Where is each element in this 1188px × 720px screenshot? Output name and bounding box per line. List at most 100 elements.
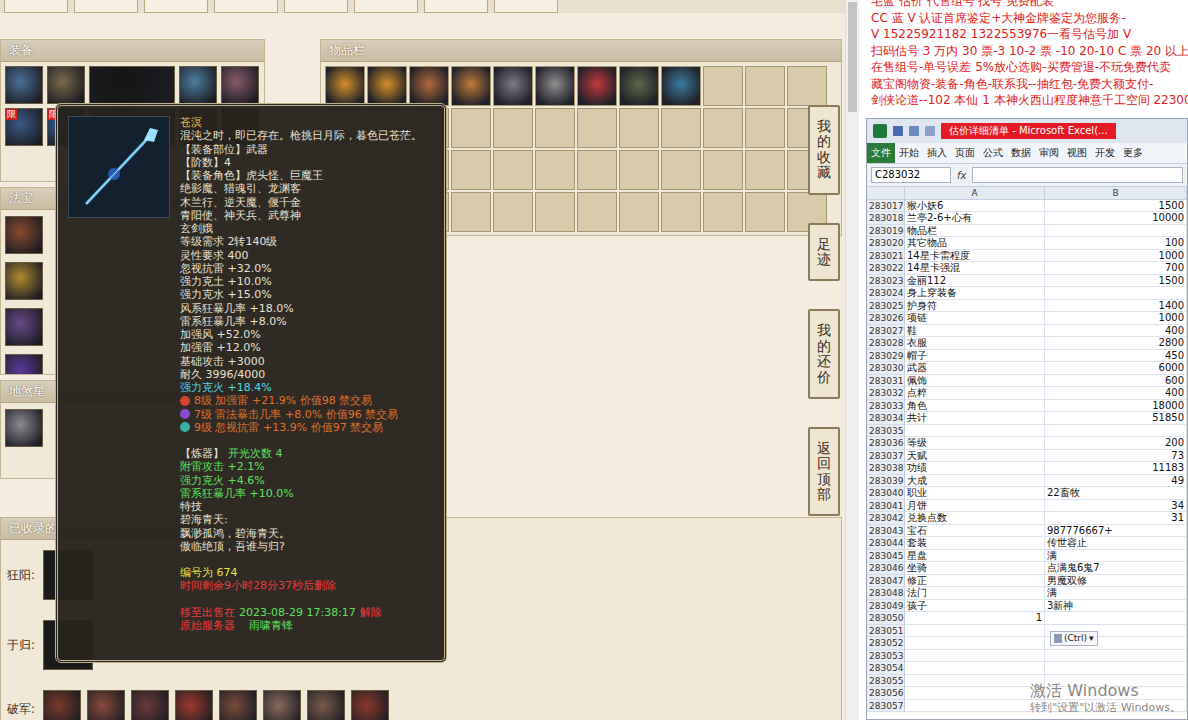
cell[interactable] [1045, 662, 1187, 675]
cell[interactable]: 1000 [1045, 250, 1187, 263]
cell[interactable]: 衣服 [905, 337, 1045, 350]
cell[interactable] [1045, 287, 1187, 300]
empty-cell[interactable] [451, 150, 491, 190]
item-cell[interactable] [409, 66, 449, 106]
row-number[interactable]: 283034 [867, 412, 905, 425]
empty-cell[interactable] [661, 108, 701, 148]
row-number[interactable]: 283022 [867, 262, 905, 275]
row-number[interactable]: 283051 [867, 625, 905, 638]
cell[interactable]: 佩饰 [905, 375, 1045, 388]
cell[interactable]: 18000 [1045, 400, 1187, 413]
item-slot[interactable] [5, 409, 43, 447]
row-number[interactable]: 283046 [867, 562, 905, 575]
row-number[interactable]: 283033 [867, 400, 905, 413]
row-number[interactable]: 283029 [867, 350, 905, 363]
row-number[interactable]: 283056 [867, 687, 905, 700]
row-number[interactable]: 283047 [867, 575, 905, 588]
item-slot[interactable] [5, 308, 43, 346]
column-header[interactable]: A [905, 187, 1045, 200]
item-slot[interactable] [221, 66, 259, 104]
row-number[interactable]: 283045 [867, 550, 905, 563]
cell[interactable]: 护身符 [905, 300, 1045, 313]
cell[interactable]: 职业 [905, 487, 1045, 500]
cell[interactable]: 兑换点数 [905, 512, 1045, 525]
ribbon-tab[interactable]: 公式 [979, 143, 1007, 163]
row-number[interactable]: 283038 [867, 462, 905, 475]
cell[interactable] [905, 662, 1045, 675]
cell[interactable]: 600 [1045, 375, 1187, 388]
ribbon-tab[interactable]: 审阅 [1035, 143, 1063, 163]
row-number[interactable]: 283026 [867, 312, 905, 325]
cell[interactable]: 物品栏 [905, 225, 1045, 238]
row-number[interactable]: 283042 [867, 512, 905, 525]
item-slot[interactable] [351, 690, 389, 720]
cell[interactable]: 天赋 [905, 450, 1045, 463]
item-cell[interactable] [451, 66, 491, 106]
empty-cell[interactable] [535, 192, 575, 232]
cell[interactable]: 鞋 [905, 325, 1045, 338]
ribbon-tab[interactable]: 插入 [923, 143, 951, 163]
ribbon-tab[interactable]: 页面 [951, 143, 979, 163]
item-slot[interactable] [47, 66, 85, 104]
cell[interactable]: 帽子 [905, 350, 1045, 363]
cell[interactable] [1045, 425, 1187, 438]
cell[interactable] [905, 637, 1045, 650]
cell[interactable]: 修正 [905, 575, 1045, 588]
cell[interactable]: 兰亭2-6+心有 [905, 212, 1045, 225]
empty-cell[interactable] [745, 192, 785, 232]
cell[interactable]: 1000 [1045, 312, 1187, 325]
empty-cell[interactable] [703, 150, 743, 190]
cell[interactable]: 套装 [905, 537, 1045, 550]
scroll-thumb[interactable] [848, 2, 857, 112]
cell[interactable]: 450 [1045, 350, 1187, 363]
cell[interactable]: 传世容止 [1045, 537, 1187, 550]
row-number[interactable]: 283019 [867, 225, 905, 238]
cell[interactable]: 1400 [1045, 300, 1187, 313]
cell[interactable]: 14星卡强混 [905, 262, 1045, 275]
cell[interactable] [905, 650, 1045, 663]
empty-cell[interactable] [577, 150, 617, 190]
cell[interactable]: 6000 [1045, 362, 1187, 375]
empty-cell[interactable] [787, 66, 827, 106]
cell[interactable]: 星盘 [905, 550, 1045, 563]
row-number[interactable]: 283053 [867, 650, 905, 663]
empty-cell[interactable] [535, 108, 575, 148]
cell[interactable]: 49 [1045, 475, 1187, 488]
save-icon[interactable] [893, 126, 903, 136]
cell[interactable] [1045, 225, 1187, 238]
cell[interactable] [1045, 700, 1187, 713]
cell[interactable] [1045, 687, 1187, 700]
empty-cell[interactable] [451, 108, 491, 148]
cell[interactable]: 功绩 [905, 462, 1045, 475]
top-tab[interactable] [144, 0, 208, 13]
row-number[interactable]: 283040 [867, 487, 905, 500]
row-number[interactable]: 283048 [867, 587, 905, 600]
cell[interactable] [905, 625, 1045, 638]
item-cell[interactable] [661, 66, 701, 106]
cell[interactable]: 11183 [1045, 462, 1187, 475]
cell[interactable]: 1500 [1045, 200, 1187, 213]
ribbon-tab[interactable]: 文件 [867, 143, 895, 163]
item-slot[interactable] [43, 690, 81, 720]
cell[interactable] [905, 700, 1045, 713]
column-header[interactable]: B [1045, 187, 1187, 200]
cell[interactable]: 坐骑 [905, 562, 1045, 575]
cell[interactable]: 角色 [905, 400, 1045, 413]
top-tab[interactable] [74, 0, 138, 13]
ribbon-tab[interactable]: 开发 [1091, 143, 1119, 163]
empty-cell[interactable] [535, 150, 575, 190]
row-number[interactable]: 283052 [867, 637, 905, 650]
item-cell[interactable] [577, 66, 617, 106]
empty-cell[interactable] [493, 108, 533, 148]
corner-cell[interactable] [867, 187, 905, 200]
empty-cell[interactable] [703, 192, 743, 232]
empty-cell[interactable] [577, 192, 617, 232]
row-number[interactable]: 283035 [867, 425, 905, 438]
row-number[interactable]: 283057 [867, 700, 905, 713]
cell[interactable] [1045, 675, 1187, 688]
cell[interactable]: 大成 [905, 475, 1045, 488]
row-number[interactable]: 283020 [867, 237, 905, 250]
formula-input[interactable] [972, 167, 1183, 183]
item-cell[interactable] [493, 66, 533, 106]
item-cell[interactable] [325, 66, 365, 106]
